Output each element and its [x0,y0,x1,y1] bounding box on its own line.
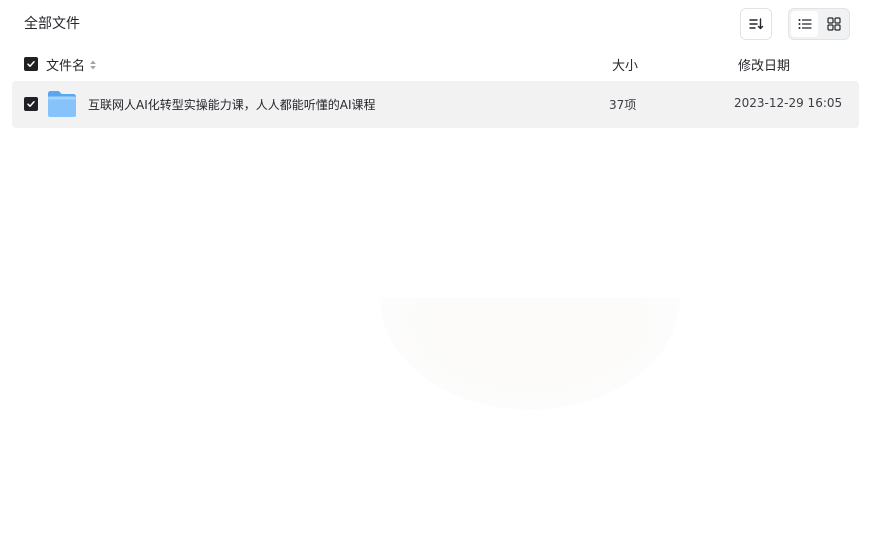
modified-column-header[interactable]: 修改日期 [738,55,790,74]
sort-arrows-icon [90,60,96,69]
list-view-button[interactable] [791,11,818,37]
file-modified-date: 2023-12-29 16:05 [734,96,843,110]
size-column-header[interactable]: 大小 [612,55,638,74]
table-row[interactable]: 互联网人AI化转型实操能力课，人人都能听懂的AI课程 37项 2023-12-2… [12,81,859,128]
table-header: 文件名 大小 修改日期 [12,50,859,78]
background-glow [380,298,680,410]
grid-view-icon [826,17,841,31]
sort-button[interactable] [740,8,772,40]
file-browser: 全部文件 文件名 大小 修改日期 互联网人AI化转型实操能力课，人人都能听懂的A… [0,0,874,538]
grid-view-button[interactable] [820,11,847,37]
breadcrumb[interactable]: 全部文件 [24,14,80,34]
list-view-icon [798,19,812,29]
checkmark-icon [27,61,35,67]
select-all-checkbox[interactable] [24,57,38,71]
sort-list-icon [749,18,764,30]
name-column-header[interactable]: 文件名 [46,55,97,74]
name-column-label: 文件名 [46,59,86,74]
row-checkbox[interactable] [24,97,38,111]
checkmark-icon [27,101,35,107]
view-toggle [788,8,850,40]
folder-icon [48,91,76,117]
file-name[interactable]: 互联网人AI化转型实操能力课，人人都能听懂的AI课程 [88,96,376,113]
file-size: 37项 [609,98,637,112]
